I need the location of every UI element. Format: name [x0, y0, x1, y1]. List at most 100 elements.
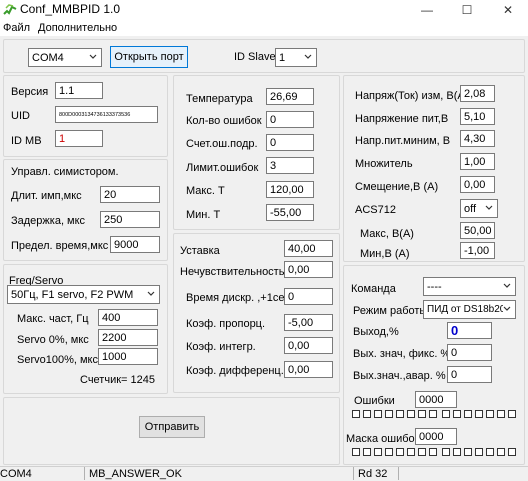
multiplier-label: Множитель — [355, 158, 413, 170]
command-select[interactable]: ---- — [423, 277, 516, 296]
mask-flag-checkbox[interactable] — [429, 448, 437, 456]
max-va-field[interactable]: 50,00 — [460, 222, 495, 239]
delay-field[interactable]: 250 — [100, 211, 160, 228]
mask-flag-checkbox[interactable] — [363, 448, 371, 456]
menu-file[interactable]: Файл — [3, 22, 30, 34]
close-button[interactable]: ✕ — [493, 1, 523, 19]
mask-flag-checkbox[interactable] — [407, 448, 415, 456]
error-counter-field[interactable]: 0 — [266, 134, 314, 151]
error-counter-label: Счет.ош.подр. — [186, 138, 258, 150]
error-flag-checkbox[interactable] — [396, 410, 404, 418]
idmb-label: ID MB — [11, 135, 42, 147]
min-va-field[interactable]: -1,00 — [460, 242, 495, 259]
pulse-field[interactable]: 20 — [100, 186, 160, 203]
min-temp-field[interactable]: -55,00 — [266, 204, 314, 221]
output-field[interactable]: 0 — [447, 322, 492, 339]
error-flag-checkbox[interactable] — [442, 410, 450, 418]
open-port-button[interactable]: Открыть порт — [110, 46, 188, 68]
error-flag-checkbox[interactable] — [363, 410, 371, 418]
version-field[interactable]: 1.1 — [55, 82, 103, 99]
error-flag-checkbox[interactable] — [374, 410, 382, 418]
alarm-output-field[interactable]: 0 — [447, 366, 492, 383]
insensitivity-label: Нечувствительность — [180, 266, 285, 278]
kd-field[interactable]: 0,00 — [284, 361, 333, 378]
kp-field[interactable]: -5,00 — [284, 314, 333, 331]
ki-field[interactable]: 0,00 — [284, 337, 333, 354]
output-label: Выход,% — [353, 326, 399, 338]
command-value: ---- — [427, 281, 442, 293]
mask-flag-checkbox[interactable] — [418, 448, 426, 456]
error-flag-checkbox[interactable] — [497, 410, 505, 418]
error-mask-field[interactable]: 0000 — [415, 428, 457, 445]
chevron-down-icon — [147, 291, 155, 296]
mask-flag-checkbox[interactable] — [464, 448, 472, 456]
error-mask-label: Маска ошибок — [346, 433, 420, 445]
servo0-field[interactable]: 2200 — [98, 329, 158, 346]
error-count-field[interactable]: 0 — [266, 111, 314, 128]
chevron-down-icon — [485, 205, 493, 210]
measured-field[interactable]: 2,08 — [460, 85, 495, 102]
max-va-label: Макс, В(А) — [360, 228, 414, 240]
mode-select[interactable]: ПИД от DS18b20 — [423, 300, 516, 319]
mask-flag-checkbox[interactable] — [442, 448, 450, 456]
freq-mode-select[interactable]: 50Гц, F1 servo, F2 PWM — [7, 285, 160, 304]
kd-label: Коэф. дифференц. — [186, 365, 284, 377]
sample-time-field[interactable]: 0 — [284, 288, 333, 305]
fixed-output-field[interactable]: 0 — [447, 344, 492, 361]
error-flag-checkbox[interactable] — [352, 410, 360, 418]
mask-flag-checkbox[interactable] — [497, 448, 505, 456]
error-flag-checkbox[interactable] — [475, 410, 483, 418]
chevron-down-icon — [89, 54, 97, 59]
app-icon — [3, 4, 17, 15]
max-freq-field[interactable]: 400 — [98, 309, 158, 326]
mask-flag-checkbox[interactable] — [486, 448, 494, 456]
port-select[interactable]: COM4 — [28, 48, 102, 67]
errors-field[interactable]: 0000 — [415, 391, 457, 408]
limit-time-field[interactable]: 9000 — [110, 236, 160, 253]
temperature-label: Температура — [186, 93, 253, 105]
minimize-button[interactable]: — — [412, 1, 442, 19]
error-limit-field[interactable]: 3 — [266, 157, 314, 174]
error-flag-checkbox[interactable] — [385, 410, 393, 418]
error-flags-row — [352, 410, 522, 420]
servo100-field[interactable]: 1000 — [98, 348, 158, 365]
mask-flag-checkbox[interactable] — [385, 448, 393, 456]
error-flag-checkbox[interactable] — [429, 410, 437, 418]
uid-field[interactable]: 800D0003134736133373536 — [55, 106, 158, 123]
setpoint-label: Уставка — [180, 245, 220, 257]
error-flag-checkbox[interactable] — [418, 410, 426, 418]
mask-flag-checkbox[interactable] — [508, 448, 516, 456]
error-flag-checkbox[interactable] — [508, 410, 516, 418]
temperature-field[interactable]: 26,69 — [266, 88, 314, 105]
supply-min-field[interactable]: 4,30 — [460, 130, 495, 147]
mode-label: Режим работы — [353, 305, 428, 317]
mask-flag-checkbox[interactable] — [453, 448, 461, 456]
idmb-field[interactable]: 1 — [55, 130, 103, 147]
acs712-value: off — [464, 203, 477, 215]
mask-flag-checkbox[interactable] — [352, 448, 360, 456]
error-flag-checkbox[interactable] — [453, 410, 461, 418]
error-flag-checkbox[interactable] — [486, 410, 494, 418]
limit-time-label: Предел. время,мкс — [11, 240, 109, 252]
offset-field[interactable]: 0,00 — [460, 176, 495, 193]
error-flag-checkbox[interactable] — [464, 410, 472, 418]
setpoint-field[interactable]: 40,00 — [284, 240, 333, 257]
maximize-button[interactable]: ☐ — [452, 1, 482, 19]
sample-time-label: Время дискр. ,+1сек — [186, 292, 290, 304]
mask-flag-checkbox[interactable] — [475, 448, 483, 456]
error-flag-checkbox[interactable] — [407, 410, 415, 418]
alarm-output-label: Вых.знач.,авар. % — [353, 370, 446, 382]
multiplier-field[interactable]: 1,00 — [460, 153, 495, 170]
mask-flag-checkbox[interactable] — [374, 448, 382, 456]
acs712-select[interactable]: off — [460, 199, 498, 218]
id-slave-select[interactable]: 1 — [275, 48, 317, 67]
insensitivity-field[interactable]: 0,00 — [284, 261, 333, 278]
status-answer: MB_ANSWER_OK — [89, 468, 182, 480]
max-temp-field[interactable]: 120,00 — [266, 181, 314, 198]
status-bar — [0, 466, 528, 481]
id-slave-value: 1 — [279, 52, 286, 64]
send-button[interactable]: Отправить — [139, 416, 205, 438]
menu-extra[interactable]: Дополнительно — [38, 22, 117, 34]
mask-flag-checkbox[interactable] — [396, 448, 404, 456]
supply-field[interactable]: 5,10 — [460, 108, 495, 125]
